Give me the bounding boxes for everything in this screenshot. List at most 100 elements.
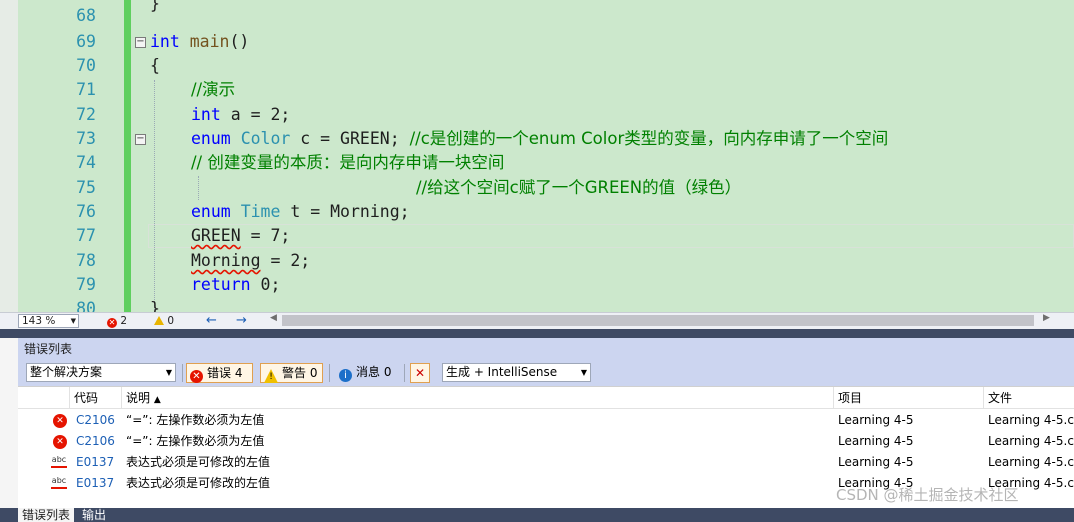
grid-header: 代码 说明 ▲ 项目 文件 [18,387,1074,409]
code-line-72: 72 int a = 2; [0,103,1074,127]
code-line-77: 77 GREEN = 7; [0,224,1074,248]
code-rest: = 7; [240,226,291,245]
editor-status-bar: 143 % ▼ ✕ 2 0 ← → ◀ ▶ [0,312,1074,329]
error-file: Learning 4-5.c [988,413,1074,427]
code-text: enum Time t = Morning; [191,200,410,224]
panel-splitter[interactable] [0,329,1074,338]
chevron-down-icon: ▼ [165,368,172,377]
line-number: 69 [76,32,96,51]
tab-error-list[interactable]: 错误列表 [18,508,75,522]
error-icon: ✕ [53,435,67,449]
warnings-filter-label: 警告 0 [282,366,318,380]
comment: //演示 [191,80,236,99]
collapse-toggle[interactable]: − [135,37,146,48]
warning-count-indicator[interactable]: 0 [154,315,174,327]
watermark: CSDN @稀土掘金技术社区 [836,486,1019,504]
scroll-right-icon[interactable]: ▶ [1043,313,1050,323]
tab-output[interactable]: 输出 [78,508,110,522]
messages-filter-label: 消息 0 [356,365,392,379]
line-number: 75 [76,178,96,197]
code-rest: c = GREEN; [290,129,410,148]
line-number: 78 [76,251,96,270]
error-description: “=”: 左操作数必须为左值 [126,434,265,448]
code-line-70: 70 { [0,54,1074,78]
keyword: return [191,275,251,294]
keyword: int [191,105,221,124]
scope-dropdown[interactable]: 整个解决方案 ▼ [26,363,176,382]
zoom-level: 143 % [22,315,56,327]
code-text: return 0; [191,273,280,297]
error-row[interactable]: ✕ C2106 “=”: 左操作数必须为左值 Learning 4-5 Lear… [18,431,1074,452]
errors-filter-button[interactable]: ✕ 错误 4 [186,363,253,383]
error-code[interactable]: E0137 [76,473,114,494]
code-text: } [150,299,160,312]
navigate-back-icon[interactable]: ← [206,313,217,328]
warnings-filter-button[interactable]: ! 警告 0 [260,363,323,383]
error-file: Learning 4-5.c [988,434,1074,448]
code-line-71: 71 //演示 [0,78,1074,102]
code-editor[interactable]: 68 } 69 − int main() 70 { 71 //演示 72 int… [0,0,1074,312]
warning-icon: ! [264,369,278,383]
error-icon: ✕ [53,414,67,428]
header-icon-column[interactable] [18,387,70,409]
header-description[interactable]: 说明 ▲ [122,387,834,409]
code-line-79: 79 return 0; [0,273,1074,297]
error-description: 表达式必须是可修改的左值 [126,476,271,490]
comment: // 创建变量的本质：是向内存申请一块空间 [191,153,505,172]
error-description: “=”: 左操作数必须为左值 [126,413,265,427]
horizontal-scrollbar[interactable] [282,315,1034,326]
comment: //给这个空间c赋了一个GREEN的值（绿色） [416,178,742,197]
code-line-80: 80 } [0,297,1074,312]
line-number: 77 [76,226,96,245]
type-name: Color [240,129,291,148]
error-identifier[interactable]: GREEN [191,226,241,245]
code-rest: a = 2; [220,105,291,124]
error-code[interactable]: C2106 [76,431,115,452]
code-line-78: 78 Morning = 2; [0,249,1074,273]
warning-icon [154,316,164,325]
keyword: int [150,32,180,51]
vs-window: 68 } 69 − int main() 70 { 71 //演示 72 int… [0,0,1074,522]
error-code[interactable]: E0137 [76,452,114,473]
messages-filter-button[interactable]: i 消息 0 [336,363,398,383]
error-row[interactable]: ✕ C2106 “=”: 左操作数必须为左值 Learning 4-5 Lear… [18,410,1074,431]
code-text: } [150,0,160,13]
info-icon: i [339,369,352,382]
header-code[interactable]: 代码 [70,387,122,409]
collapse-toggle[interactable]: − [135,134,146,145]
code-text: int main() [150,30,249,54]
scope-value: 整个解决方案 [30,365,103,379]
code-line-69: 69 − int main() [0,30,1074,54]
error-icon: ✕ [190,370,203,383]
code-text: { [150,56,160,75]
error-description: 表达式必须是可修改的左值 [126,455,271,469]
type-name: Time [240,202,281,221]
toolbar-separator [404,364,405,382]
code-text: enum Color c = GREEN; //c是创建的一个enum Colo… [191,127,888,151]
filter-build-intellisense-icon[interactable]: ✕ [410,363,430,383]
line-number: 76 [76,202,96,221]
line-number: 71 [76,80,96,99]
toolbar-separator [182,364,183,382]
zoom-dropdown[interactable]: 143 % ▼ [18,314,79,328]
navigate-forward-icon[interactable]: → [236,313,247,328]
comment: //c是创建的一个enum Color类型的变量，向内存申请了一个空间 [409,129,889,148]
code-rest: 0; [250,275,281,294]
header-file[interactable]: 文件 [984,387,1074,409]
line-number: 68 [76,6,96,25]
chevron-down-icon: ▼ [580,368,587,377]
toolbar-separator [329,364,330,382]
intellisense-error-icon: abc [51,456,67,470]
error-identifier[interactable]: Morning [191,251,261,270]
header-project[interactable]: 项目 [834,387,984,409]
error-file: Learning 4-5.c [988,455,1074,469]
error-code[interactable]: C2106 [76,410,115,431]
scroll-left-icon[interactable]: ◀ [270,313,277,323]
error-row[interactable]: abc E0137 表达式必须是可修改的左值 Learning 4-5 Lear… [18,452,1074,473]
line-number: 79 [76,275,96,294]
error-project: Learning 4-5 [838,434,914,448]
keyword: enum [191,202,231,221]
error-list-title: 错误列表 [18,338,1074,360]
build-source-dropdown[interactable]: 生成 + IntelliSense ▼ [442,363,591,382]
error-count-indicator[interactable]: ✕ 2 [107,315,127,328]
